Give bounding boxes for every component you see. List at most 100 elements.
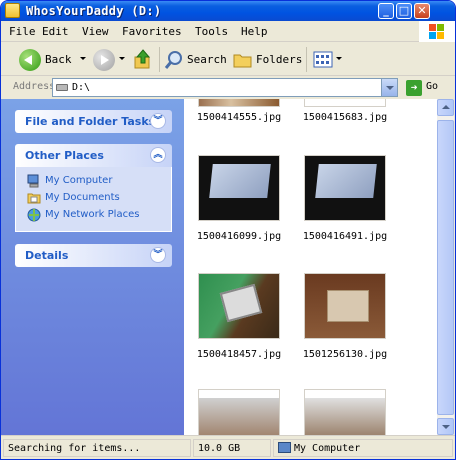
menu-bar: File Edit View Favorites Tools Help	[1, 21, 455, 42]
toolbar: Back Search Folders	[1, 43, 455, 76]
details-panel: Details ︾	[15, 244, 172, 267]
close-button[interactable]: ✕	[414, 3, 430, 19]
my-network-places-label: My Network Places	[45, 209, 140, 220]
views-dropdown-icon[interactable]	[336, 57, 342, 60]
status-location-cell: My Computer	[273, 439, 453, 457]
my-computer-label: My Computer	[45, 175, 113, 186]
status-size-cell: 10.0 GB	[193, 439, 271, 457]
file-thumbnail[interactable]	[198, 99, 280, 107]
search-icon	[164, 51, 182, 69]
menu-favorites[interactable]: Favorites	[122, 25, 182, 38]
back-label: Back	[45, 53, 72, 66]
explorer-window: WhosYourDaddy (D:) _ □ ✕ File Edit View …	[0, 0, 456, 460]
address-input[interactable]: D:\	[52, 78, 398, 97]
file-thumbnail[interactable]	[304, 155, 386, 221]
drive-icon	[56, 84, 68, 91]
folders-label: Folders	[256, 53, 303, 66]
chevron-up-icon[interactable]: ︽	[150, 147, 166, 163]
address-value: D:\	[72, 82, 91, 93]
status-bar: Searching for items... 10.0 GB My Comput…	[1, 435, 455, 459]
file-thumbnail[interactable]	[304, 389, 386, 435]
address-bar: Address D:\ ➜ Go	[1, 77, 455, 98]
other-places-my-computer[interactable]: My Computer	[16, 173, 171, 190]
other-places-header[interactable]: Other Places ︽	[15, 144, 172, 167]
task-pane: File and Folder Tasks ︾ Other Places ︽ M…	[1, 99, 184, 435]
minimize-button[interactable]: _	[378, 3, 394, 19]
menu-help[interactable]: Help	[241, 25, 268, 38]
details-title: Details	[25, 249, 69, 262]
window-title: WhosYourDaddy (D:)	[26, 4, 162, 18]
drive-window-icon	[5, 3, 20, 18]
other-places-my-network-places[interactable]: My Network Places	[16, 207, 171, 224]
photo-image	[199, 398, 279, 435]
file-thumbnail[interactable]	[198, 273, 280, 339]
windows-flag-icon	[429, 24, 445, 39]
file-thumbnail[interactable]	[198, 155, 280, 221]
file-thumbnail[interactable]	[304, 99, 386, 107]
chevron-down-icon[interactable]: ︾	[150, 247, 166, 263]
back-arrow-icon	[19, 49, 41, 71]
file-name[interactable]: 1500415683.jpg	[295, 112, 395, 123]
file-folder-tasks-header[interactable]: File and Folder Tasks ︾	[15, 110, 172, 133]
views-button[interactable]	[313, 43, 343, 76]
chevron-down-icon[interactable]: ︾	[150, 113, 166, 129]
status-location: My Computer	[294, 443, 361, 454]
photo-image	[199, 99, 279, 106]
status-message-cell: Searching for items...	[3, 439, 191, 457]
search-label: Search	[187, 53, 227, 66]
vertical-scrollbar[interactable]	[437, 99, 454, 435]
address-label: Address	[13, 81, 56, 92]
file-thumbnail[interactable]	[304, 273, 386, 339]
forward-button[interactable]	[91, 43, 127, 76]
photo-image	[305, 398, 385, 435]
other-places-my-documents[interactable]: My Documents	[16, 190, 171, 207]
documents-folder-icon	[27, 193, 41, 204]
back-button[interactable]: Back	[7, 43, 86, 76]
windows-logo	[419, 21, 455, 42]
menu-file[interactable]: File	[9, 25, 36, 38]
file-thumbnail[interactable]	[198, 389, 280, 435]
title-bar[interactable]: WhosYourDaddy (D:) _ □ ✕	[1, 1, 455, 21]
file-name[interactable]: 1501256130.jpg	[295, 349, 395, 360]
up-folder-button[interactable]	[133, 43, 155, 76]
forward-arrow-icon	[93, 49, 115, 71]
file-name[interactable]: 1500418457.jpg	[189, 349, 289, 360]
status-size: 10.0 GB	[198, 443, 241, 454]
folders-icon	[233, 54, 252, 68]
go-arrow-icon[interactable]: ➜	[406, 80, 422, 96]
box-image	[327, 290, 369, 322]
toolbar-separator	[159, 47, 160, 72]
computer-icon	[278, 442, 291, 453]
other-places-list: My Computer My Documents My Network Plac…	[15, 167, 172, 232]
folders-button[interactable]: Folders	[233, 43, 303, 76]
scroll-down-button[interactable]	[437, 418, 454, 435]
up-folder-icon	[134, 49, 151, 69]
computer-icon	[27, 174, 39, 188]
other-places-title: Other Places	[25, 149, 104, 162]
status-message: Searching for items...	[8, 443, 141, 454]
forward-dropdown-icon[interactable]	[119, 57, 125, 60]
menu-view[interactable]: View	[82, 25, 109, 38]
back-dropdown-icon[interactable]	[80, 57, 86, 60]
go-button[interactable]: Go	[426, 81, 438, 92]
scroll-thumb[interactable]	[437, 120, 454, 415]
menu-tools[interactable]: Tools	[195, 25, 228, 38]
file-name[interactable]: 1500414555.jpg	[189, 112, 289, 123]
maximize-button[interactable]: □	[396, 3, 412, 19]
file-folder-tasks-title: File and Folder Tasks	[25, 115, 156, 128]
toolbar-separator	[306, 47, 307, 72]
my-documents-label: My Documents	[45, 192, 120, 203]
file-view: 1500414555.jpg 1500415683.jpg 1500416099…	[184, 99, 437, 435]
address-dropdown-button[interactable]	[381, 79, 397, 96]
file-name[interactable]: 1500416491.jpg	[295, 231, 395, 242]
network-places-icon	[27, 208, 41, 222]
menu-edit[interactable]: Edit	[42, 25, 69, 38]
views-icon	[313, 51, 333, 68]
details-header[interactable]: Details ︾	[15, 244, 172, 267]
search-button[interactable]: Search	[164, 43, 228, 76]
monitor-screen-image	[209, 164, 271, 198]
file-folder-tasks-panel: File and Folder Tasks ︾	[15, 110, 172, 133]
monitor-screen-image	[315, 164, 377, 198]
scroll-up-button[interactable]	[437, 99, 454, 116]
file-name[interactable]: 1500416099.jpg	[189, 231, 289, 242]
